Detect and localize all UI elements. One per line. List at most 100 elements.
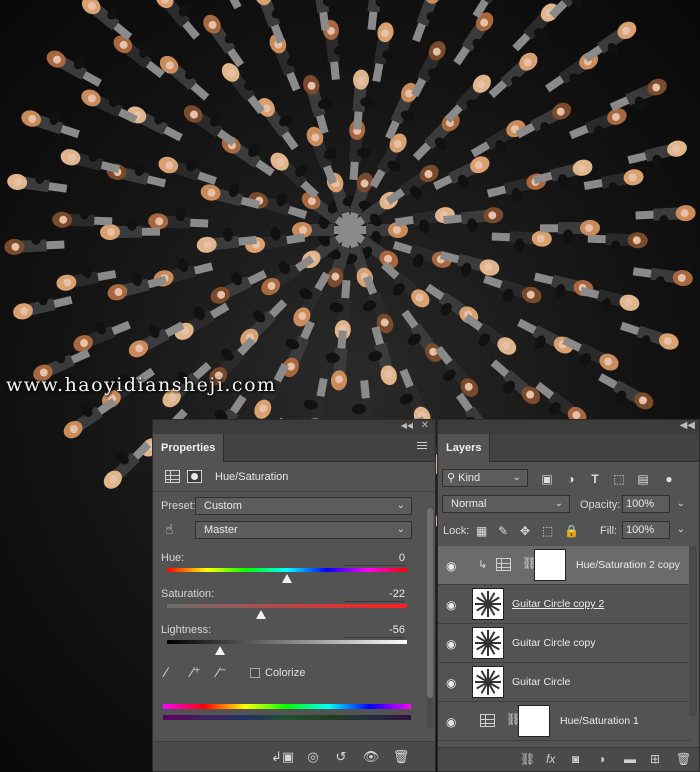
layer-row[interactable]: ◉ ⛓ Hue/Saturation 1: [438, 702, 690, 741]
layer-mask-icon[interactable]: [187, 470, 202, 483]
folder-icon[interactable]: ▬: [624, 752, 636, 766]
preset-dropdown[interactable]: Custom ⌄: [195, 497, 412, 515]
lock-artboard-icon[interactable]: ⬚: [542, 524, 553, 538]
hue-slider[interactable]: Hue: 0: [153, 548, 435, 584]
panel-menu-icon[interactable]: [417, 442, 427, 452]
hue-track[interactable]: [167, 568, 407, 572]
opacity-input[interactable]: 100% ⌄: [622, 495, 685, 513]
lightness-slider[interactable]: Lightness: -56: [153, 620, 435, 656]
saturation-track[interactable]: [167, 604, 407, 608]
lightness-value[interactable]: -56: [345, 624, 405, 638]
lightness-track[interactable]: [167, 640, 407, 644]
trash-icon[interactable]: 🗑: [391, 748, 411, 766]
figure-motif: [620, 321, 679, 350]
lock-image-icon[interactable]: ✎: [498, 524, 508, 538]
reset-icon[interactable]: ↺: [331, 748, 351, 766]
figure-motif: [544, 52, 599, 93]
collapse-icon[interactable]: ◀◀: [680, 420, 695, 431]
layer-mask-thumbnail[interactable]: [518, 705, 550, 737]
eye-icon[interactable]: ◉: [446, 598, 456, 612]
layer-name[interactable]: Hue/Saturation 1: [560, 715, 639, 727]
figure-legs: [401, 309, 419, 329]
layer-name[interactable]: Guitar Circle copy 2: [512, 598, 604, 610]
eyedropper-subtract-icon[interactable]: ⁄⁻: [217, 664, 227, 681]
channel-dropdown[interactable]: Master ⌄: [195, 521, 412, 539]
layer-thumbnail[interactable]: [472, 588, 504, 620]
eyedropper-icon[interactable]: ⁄: [165, 664, 167, 680]
layer-row[interactable]: ◉ Guitar Circle: [438, 663, 690, 702]
pixel-filter-icon[interactable]: ▣: [540, 472, 554, 486]
layer-row[interactable]: ◉ Guitar Circle copy: [438, 624, 690, 663]
figure-legs: [53, 295, 73, 308]
fill-label: Fill:: [600, 525, 618, 537]
layers-scrollbar[interactable]: [689, 546, 697, 716]
colorize-checkbox[interactable]: [250, 668, 260, 678]
adjustment-filter-icon[interactable]: ◑: [564, 472, 578, 486]
figure-motif: [401, 309, 443, 362]
layer-thumbnail[interactable]: [472, 627, 504, 659]
figure-motif: [210, 270, 268, 304]
figure-legs: [341, 279, 351, 299]
figure-motif: [587, 232, 648, 255]
figure-legs: [470, 141, 491, 158]
collapse-icon[interactable]: ◀◀: [401, 421, 413, 430]
saturation-label: Saturation:: [161, 588, 215, 600]
layer-mask-thumbnail[interactable]: [534, 549, 566, 581]
eye-icon[interactable]: ◉: [446, 637, 456, 651]
new-fill-adjustment-icon[interactable]: ◑: [598, 752, 605, 766]
targeted-adjustment-hand-icon[interactable]: ☝: [165, 521, 174, 538]
eye-icon[interactable]: ◉: [446, 559, 456, 573]
figure-legs: [197, 171, 217, 185]
eyedropper-add-icon[interactable]: ⁄⁺: [191, 664, 201, 681]
trash-icon[interactable]: 🗑: [676, 752, 691, 766]
eye-icon[interactable]: ◉: [446, 676, 456, 690]
saturation-slider-thumb[interactable]: [255, 610, 266, 619]
hue-saturation-icon: [480, 714, 495, 727]
tab-layers[interactable]: Layers: [438, 434, 491, 462]
lock-all-icon[interactable]: 🔒: [564, 524, 579, 538]
fx-icon[interactable]: fx: [546, 752, 555, 766]
type-filter-icon[interactable]: T: [588, 472, 602, 486]
filter-kind-dropdown[interactable]: ⚲ Kind ⌄: [442, 469, 528, 487]
layer-thumbnail[interactable]: [472, 666, 504, 698]
add-mask-icon[interactable]: ◙: [572, 752, 579, 766]
layer-name[interactable]: Guitar Circle: [512, 676, 570, 688]
lock-transparent-icon[interactable]: ▦: [476, 524, 487, 538]
saturation-value[interactable]: -22: [345, 588, 405, 602]
view-previous-icon[interactable]: ◎: [303, 748, 323, 766]
new-layer-icon[interactable]: ⊞: [650, 752, 660, 766]
figure-legs: [632, 267, 652, 278]
smart-object-filter-icon[interactable]: ▤: [636, 472, 650, 486]
layer-row[interactable]: ◉ Guitar Circle copy 2: [438, 585, 690, 624]
lightness-slider-thumb[interactable]: [214, 646, 225, 655]
hue-saturation-icon[interactable]: [165, 470, 180, 483]
figure-legs: [353, 111, 363, 130]
hue-slider-thumb[interactable]: [282, 574, 292, 583]
eye-icon[interactable]: ◉: [446, 715, 456, 729]
figure-legs: [94, 216, 113, 226]
layer-row[interactable]: ◉ ↳ ⛓ Hue/Saturation 2 copy: [438, 546, 690, 585]
filter-toggle-icon[interactable]: ●: [662, 472, 676, 486]
figure-motif: [56, 264, 117, 291]
figure-legs: [287, 205, 308, 219]
layer-name[interactable]: Guitar Circle copy: [512, 637, 595, 649]
close-icon[interactable]: ✕: [421, 420, 429, 431]
properties-scrollbar[interactable]: [427, 508, 433, 728]
shape-filter-icon[interactable]: ⬚: [612, 472, 626, 486]
tab-properties[interactable]: Properties: [153, 434, 225, 462]
figure-legs: [367, 11, 378, 31]
figure-legs: [316, 377, 328, 398]
hue-value[interactable]: 0: [345, 552, 405, 566]
filter-kind-value: Kind: [458, 472, 481, 484]
lock-position-icon[interactable]: ✥: [520, 524, 530, 538]
layers-tabbar: Layers: [438, 434, 699, 462]
visibility-icon[interactable]: 👁: [361, 748, 381, 766]
fill-input[interactable]: 100% ⌄: [622, 521, 685, 539]
figure-motif: [13, 291, 73, 320]
figure-motif: [432, 156, 490, 190]
layer-name[interactable]: Hue/Saturation 2 copy: [576, 559, 680, 571]
link-icon[interactable]: ⛓: [520, 752, 535, 766]
clip-to-layer-icon[interactable]: ↲▣: [271, 748, 294, 766]
saturation-slider[interactable]: Saturation: -22: [153, 584, 435, 620]
blend-mode-dropdown[interactable]: Normal ⌄: [442, 495, 570, 513]
